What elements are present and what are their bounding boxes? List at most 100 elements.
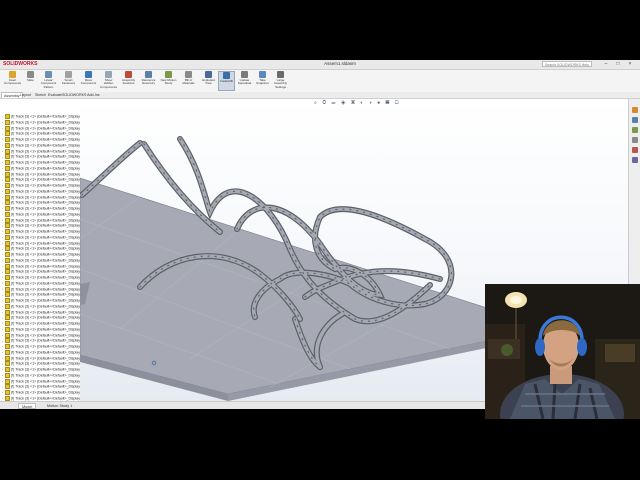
feature-tree-item[interactable]: › (f) Track (3) <1> (Default<<Default>_Di…	[2, 171, 80, 177]
feature-tree-item[interactable]: › (f) Track (3) <1> (Default<<Default>_Di…	[2, 217, 80, 223]
feature-tree-item[interactable]: › (f) Track (3) <1> (Default<<Default>_Di…	[2, 229, 80, 234]
feature-tree-item[interactable]: › (f) Track (3) <1> (Default<<Default>_Di…	[2, 142, 80, 148]
ribbon-button-label: Assembly Features	[121, 78, 135, 86]
feature-tree-item[interactable]: › (f) Track (3) <1> (Default<<Default>_Di…	[2, 344, 80, 349]
ribbon-large-assembly-button[interactable]: Large Assembly Settings	[272, 71, 289, 91]
design-library-icon[interactable]	[632, 117, 638, 123]
feature-tree-item[interactable]: › (f) Track (3) <1> (Default<<Default>_Di…	[2, 252, 80, 257]
part-icon	[5, 344, 10, 349]
ribbon-smart-fasteners-button[interactable]: Smart Fasteners	[60, 71, 77, 91]
feature-tree-item[interactable]: › (f) Track (3) <1> (Default<<Default>_Di…	[2, 211, 80, 217]
feature-tree-item[interactable]: › (f) Track (3) <1> (Default<<Default>_Di…	[2, 194, 80, 200]
feature-tree-item[interactable]: › (f) Track (3) <1> (Default<<Default>_Di…	[2, 338, 80, 344]
part-icon	[5, 160, 10, 165]
ribbon-show-hidden-button[interactable]: Show Hidden Components	[100, 71, 117, 91]
ribbon-mate-button[interactable]: Mate	[22, 71, 39, 91]
tab-layout[interactable]: Layout	[18, 92, 33, 98]
feature-tree-item[interactable]: › (f) Track (3) <1> (Default<<Default>_Di…	[2, 275, 80, 280]
feature-tree-item-label: (f) Track (3) <1> (Default<<Default>_Dis…	[11, 332, 81, 337]
ribbon-exploded-view-button[interactable]: Exploded View	[200, 71, 217, 91]
feature-tree-item-label: (f) Track (3) <1> (Default<<Default>_Dis…	[11, 378, 81, 383]
feature-tree-item[interactable]: › (f) Track (3) <1> (Default<<Default>_Di…	[2, 321, 80, 326]
feature-tree-item[interactable]: › (f) Track (3) <1> (Default<<Default>_Di…	[2, 303, 80, 309]
feature-tree-item[interactable]: › (f) Track (3) <1> (Default<<Default>_Di…	[2, 263, 80, 269]
feature-tree-item[interactable]: › (f) Track (3) <1> (Default<<Default>_Di…	[2, 206, 80, 211]
feature-tree-item-label: (f) Track (3) <1> (Default<<Default>_Dis…	[11, 361, 81, 366]
feature-tree-item[interactable]: › (f) Track (3) <1> (Default<<Default>_Di…	[2, 355, 80, 361]
feature-tree-item[interactable]: › (f) Track (3) <1> (Default<<Default>_Di…	[2, 177, 80, 183]
feature-tree-item[interactable]: › (f) Track (3) <1> (Default<<Default>_Di…	[2, 384, 80, 390]
ribbon-button-label: Reference Geometry	[141, 78, 156, 86]
close-button[interactable]: ×	[626, 61, 634, 67]
feature-tree-item[interactable]: › (f) Track (3) <1> (Default<<Default>_Di…	[2, 223, 80, 229]
feature-tree-item[interactable]: › (f) Track (3) <1> (Default<<Default>_Di…	[2, 361, 81, 367]
custom-properties-icon[interactable]	[632, 157, 638, 163]
feature-tree-item[interactable]: › (f) Track (3) <1> (Default<<Default>_Di…	[2, 246, 80, 252]
minimize-button[interactable]: –	[602, 61, 610, 67]
ribbon-assembly-features-button[interactable]: Assembly Features	[120, 71, 137, 91]
feature-tree-item[interactable]: › (f) Track (3) <1> (Default<<Default>_Di…	[2, 280, 80, 286]
tab-motion-study-1[interactable]: Motion Study 1	[44, 403, 75, 409]
feature-tree-item[interactable]: › (f) Track (3) <1> (Default<<Default>_Di…	[2, 378, 81, 384]
ribbon-move-component-button[interactable]: Move Component	[80, 71, 97, 91]
ribbon-motion-study-button[interactable]: New Motion Study	[160, 71, 177, 91]
feature-tree-item[interactable]: › (f) Track (3) <1> (Default<<Default>_Di…	[2, 349, 80, 355]
file-explorer-icon[interactable]	[632, 127, 638, 133]
feature-tree-item[interactable]: › (f) Track (3) <1> (Default<<Default>_Di…	[2, 298, 80, 303]
feature-tree-item[interactable]: › (f) Track (3) <1> (Default<<Default>_Di…	[2, 148, 80, 154]
instant3d-icon	[223, 72, 230, 79]
feature-tree-item[interactable]: › (f) Track (3) <1> (Default<<Default>_Di…	[2, 200, 80, 206]
view-palette-icon[interactable]	[632, 137, 638, 143]
ribbon-speedpak-button[interactable]: Update Speedpak	[236, 71, 253, 91]
feature-tree-item[interactable]: › (f) Track (3) <1> (Default<<Default>_Di…	[2, 390, 80, 395]
part-icon	[5, 137, 10, 142]
part-icon	[5, 390, 10, 395]
feature-tree-item[interactable]: › (f) Track (3) <1> (Default<<Default>_Di…	[2, 234, 80, 240]
feature-tree-item-label: (f) Track (3) <1> (Default<<Default>_Dis…	[11, 240, 81, 245]
ribbon-bom-button[interactable]: Bill of Materials	[180, 71, 197, 91]
feature-tree-item[interactable]: › (f) Track (3) <1> (Default<<Default>_Di…	[2, 395, 80, 401]
ribbon-linear-pattern-button[interactable]: Linear Component Pattern	[40, 71, 57, 91]
part-icon	[5, 355, 10, 361]
feature-tree-item[interactable]: › (f) Track (3) <1> (Default<<Default>_Di…	[2, 372, 80, 378]
ribbon-instant3d-button[interactable]: Instant3D	[218, 71, 235, 91]
ribbon-button-label: Instant3D	[220, 79, 233, 83]
feature-tree-item[interactable]: › (f) Track (3) <1> (Default<<Default>_Di…	[2, 183, 80, 188]
feature-tree-item[interactable]: › (f) Track (3) <1> (Default<<Default>_Di…	[2, 309, 80, 315]
feature-tree-item[interactable]: › (f) Track (3) <1> (Default<<Default>_Di…	[2, 326, 80, 332]
tab-model[interactable]: Model	[18, 403, 37, 409]
feature-tree-item[interactable]: › (f) Track (3) <1> (Default<<Default>_Di…	[2, 332, 81, 338]
feature-tree-item[interactable]: › (f) Track (3) <1> (Default<<Default>_Di…	[2, 188, 80, 194]
ribbon-insert-components-button[interactable]: Insert Components	[4, 71, 21, 91]
mate-icon	[27, 71, 34, 78]
feature-tree-item[interactable]: › (f) Track (3) <1> (Default<<Default>_Di…	[2, 165, 80, 171]
maximize-button[interactable]: □	[614, 61, 622, 67]
help-search-input[interactable]: Search SOLIDWORKS Help	[542, 61, 592, 67]
part-icon	[5, 217, 10, 223]
feature-tree-item[interactable]: › (f) Track (3) <1> (Default<<Default>_Di…	[2, 269, 80, 275]
webcam-overlay	[485, 284, 640, 419]
feature-tree-item[interactable]: › (f) Track (3) <1> (Default<<Default>_Di…	[2, 119, 80, 125]
ribbon-reference-geometry-button[interactable]: Reference Geometry	[140, 71, 157, 91]
resources-icon[interactable]	[632, 107, 638, 113]
part-icon	[5, 303, 10, 309]
feature-tree-item[interactable]: › (f) Track (3) <1> (Default<<Default>_Di…	[2, 292, 80, 298]
feature-tree-item[interactable]: › (f) Track (3) <1> (Default<<Default>_Di…	[2, 160, 80, 165]
feature-tree-item[interactable]: › (f) Track (3) <1> (Default<<Default>_Di…	[2, 125, 80, 131]
feature-tree-item[interactable]: › (f) Track (3) <1> (Default<<Default>_Di…	[2, 315, 80, 321]
feature-tree-item[interactable]: › (f) Track (3) <1> (Default<<Default>_Di…	[2, 367, 80, 372]
ribbon-snapshot-button[interactable]: Take Snapshot	[254, 71, 271, 91]
feature-tree-item[interactable]: › (f) Track (3) <1> (Default<<Default>_Di…	[2, 240, 81, 246]
feature-tree-item-label: (f) Track (3) <1> (Default<<Default>_Dis…	[11, 275, 81, 280]
feature-tree-item-label: (f) Track (3) <1> (Default<<Default>_Dis…	[11, 344, 81, 349]
feature-tree-item[interactable]: › (f) Track (3) <1> (Default<<Default>_Di…	[2, 286, 80, 292]
feature-tree-item[interactable]: › (f) Track (3) <1> (Default<<Default>_Di…	[2, 137, 80, 142]
feature-tree-item[interactable]: › (f) Track (3) <1> (Default<<Default>_Di…	[2, 114, 80, 119]
feature-tree-item[interactable]: › (f) Track (3) <1> (Default<<Default>_Di…	[2, 257, 80, 263]
feature-tree-item[interactable]: › (f) Track (3) <1> (Default<<Default>_Di…	[2, 154, 80, 160]
ribbon-button-label: Insert Components	[4, 78, 22, 86]
part-icon	[5, 280, 10, 286]
tab-solidworks-add-ins[interactable]: SOLIDWORKS Add-Ins	[60, 92, 102, 98]
appearances-icon[interactable]	[632, 147, 638, 153]
feature-tree-item[interactable]: › (f) Track (3) <1> (Default<<Default>_Di…	[2, 131, 80, 137]
